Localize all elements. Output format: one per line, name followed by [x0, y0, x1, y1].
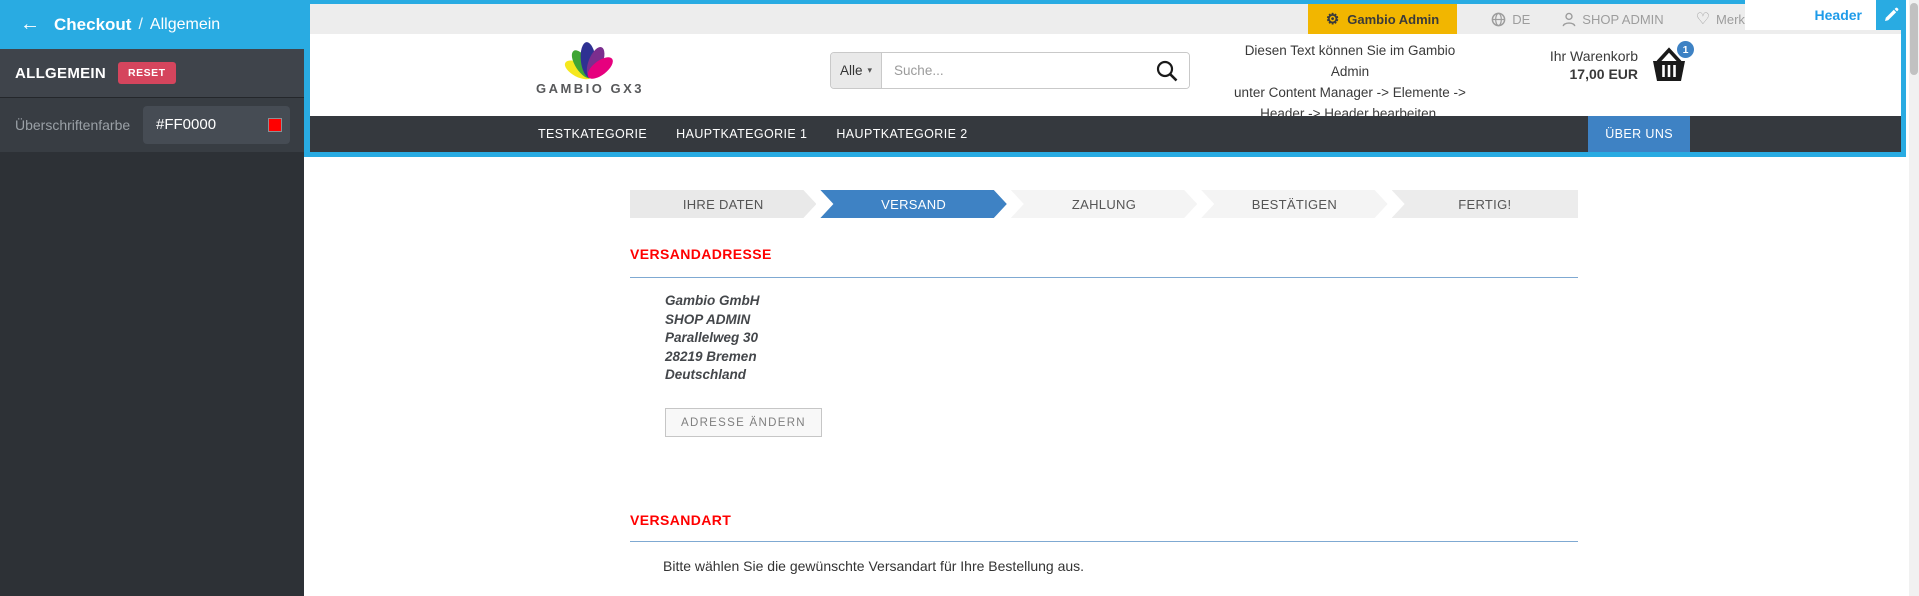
- shop-header: GAMBIO GX3 Alle ▾ Diesen Text können Sie…: [310, 34, 1901, 116]
- nav-item-hauptkategorie-1[interactable]: HAUPTKATEGORIE 1: [676, 127, 807, 141]
- edit-header-button[interactable]: [1876, 0, 1906, 30]
- search-filter-label: Alle: [840, 63, 863, 78]
- nav-item-ueber-uns[interactable]: ÜBER UNS: [1588, 116, 1690, 152]
- language-label: DE: [1512, 12, 1530, 27]
- shop-navbar: TESTKATEGORIE HAUPTKATEGORIE 1 HAUPTKATE…: [310, 116, 1901, 152]
- pencil-icon: [1883, 7, 1899, 23]
- panel-title: ALLGEMEIN: [15, 65, 106, 82]
- color-swatch[interactable]: [268, 118, 282, 132]
- account-label: SHOP ADMIN: [1582, 12, 1663, 27]
- step-bestaetigen[interactable]: BESTÄTIGEN: [1201, 190, 1387, 218]
- address-line: Gambio GmbH: [665, 292, 760, 311]
- styleedit-sidebar: ← Checkout / Allgemein ALLGEMEIN RESET Ü…: [0, 0, 304, 596]
- search-input[interactable]: [882, 63, 1145, 78]
- info-line: Diesen Text können Sie im Gambio Admin: [1228, 40, 1472, 82]
- heading-color-label: Überschriftenfarbe: [15, 98, 130, 152]
- account-menu[interactable]: SHOP ADMIN: [1562, 12, 1663, 27]
- gambio-admin-label: Gambio Admin: [1347, 12, 1439, 27]
- shop-topbar: ⚙ Gambio Admin DE SHOP ADMIN ♡: [310, 4, 1901, 34]
- search-button[interactable]: [1145, 53, 1189, 88]
- reset-button[interactable]: RESET: [118, 62, 176, 84]
- shipping-method-hint: Bitte wählen Sie die gewünschte Versanda…: [663, 558, 1084, 574]
- change-address-button[interactable]: ADRESSE ÄNDERN: [665, 408, 822, 437]
- step-ihre-daten[interactable]: IHRE DATEN: [630, 190, 816, 218]
- user-icon: [1562, 12, 1576, 27]
- shipping-address-heading: VERSANDADRESSE: [630, 246, 772, 262]
- step-versand[interactable]: VERSAND: [820, 190, 1006, 218]
- nav-item-testkategorie[interactable]: TESTKATEGORIE: [538, 127, 647, 141]
- address-line: SHOP ADMIN: [665, 311, 760, 330]
- panel-header: ALLGEMEIN RESET: [0, 49, 304, 98]
- divider: [630, 277, 1578, 278]
- gambio-admin-button[interactable]: ⚙ Gambio Admin: [1308, 4, 1457, 34]
- nav-item-hauptkategorie-2[interactable]: HAUPTKATEGORIE 2: [836, 127, 967, 141]
- step-fertig[interactable]: FERTIG!: [1392, 190, 1578, 218]
- cart-total: 17,00 EUR: [1550, 65, 1638, 83]
- header-preview-frame: ⚙ Gambio Admin DE SHOP ADMIN ♡: [304, 0, 1906, 157]
- cart-label: Ihr Warenkorb: [1550, 47, 1638, 65]
- info-line: unter Content Manager -> Elemente ->: [1228, 82, 1472, 103]
- breadcrumb-separator: /: [138, 16, 142, 34]
- step-zahlung[interactable]: ZAHLUNG: [1011, 190, 1197, 218]
- language-selector[interactable]: DE: [1491, 12, 1530, 27]
- shipping-address-block: Gambio GmbH SHOP ADMIN Parallelweg 30 28…: [665, 292, 760, 385]
- checkout-progress: IHRE DATEN VERSAND ZAHLUNG BESTÄTIGEN FE…: [630, 190, 1578, 218]
- heading-color-option-row: Überschriftenfarbe #FF0000: [0, 98, 304, 152]
- caret-down-icon: ▾: [868, 65, 873, 76]
- scrollbar-thumb[interactable]: [1910, 3, 1918, 75]
- selection-border-top: [304, 0, 1906, 4]
- header-info-text: Diesen Text können Sie im Gambio Admin u…: [1228, 40, 1472, 124]
- search-icon: [1155, 59, 1179, 83]
- heading-color-value: #FF0000: [156, 116, 216, 133]
- globe-icon: [1491, 12, 1506, 27]
- breadcrumb-section[interactable]: Checkout: [54, 15, 131, 35]
- heart-icon: ♡: [1696, 9, 1710, 29]
- divider: [630, 541, 1578, 542]
- shipping-method-heading: VERSANDART: [630, 512, 731, 528]
- address-line: 28219 Bremen: [665, 348, 760, 367]
- page-scrollbar[interactable]: [1909, 0, 1919, 596]
- shop-logo-text: GAMBIO GX3: [535, 81, 645, 96]
- section-edit-label: Header: [1745, 0, 1876, 30]
- back-arrow-icon[interactable]: ←: [20, 13, 40, 36]
- styleedit-breadcrumb: ← Checkout / Allgemein: [0, 0, 304, 49]
- address-line: Deutschland: [665, 366, 760, 385]
- search-bar: Alle ▾: [830, 52, 1190, 89]
- gambio-flower-icon: [535, 36, 645, 80]
- shop-logo[interactable]: GAMBIO GX3: [535, 36, 645, 96]
- cart-widget[interactable]: Ihr Warenkorb 17,00 EUR 1: [1535, 44, 1690, 86]
- search-filter-dropdown[interactable]: Alle ▾: [831, 53, 882, 88]
- breadcrumb-page: Allgemein: [150, 16, 220, 34]
- heading-color-input[interactable]: #FF0000: [143, 106, 290, 144]
- gears-icon: ⚙: [1326, 10, 1339, 28]
- cart-count-badge: 1: [1677, 41, 1694, 58]
- address-line: Parallelweg 30: [665, 329, 760, 348]
